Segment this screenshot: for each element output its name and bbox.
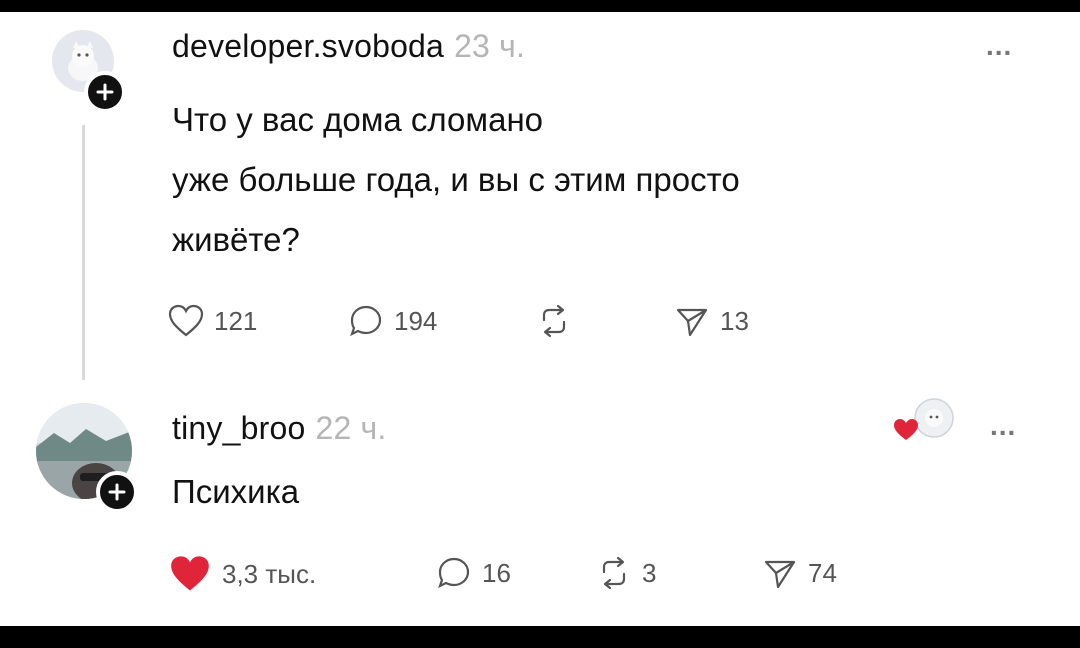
- thread-line: [82, 125, 85, 380]
- post-text-line: Что у вас дома сломано: [172, 101, 544, 138]
- bottom-border: [0, 626, 1080, 648]
- post-share-button[interactable]: 13: [674, 304, 749, 338]
- comment-icon: [438, 557, 470, 589]
- follow-plus-button[interactable]: [96, 471, 138, 513]
- send-icon: [764, 560, 796, 589]
- post-repost-button[interactable]: [536, 304, 582, 338]
- reply-comment-button[interactable]: 16: [436, 556, 511, 590]
- post-text-line: уже больше года, и вы с этим просто: [172, 161, 740, 198]
- post-comment-button[interactable]: 194: [348, 304, 437, 338]
- author-liked-icon: [894, 398, 954, 440]
- post-more-button[interactable]: ...: [986, 30, 1012, 62]
- post-time: 23 ч.: [454, 28, 526, 64]
- post-username[interactable]: developer.svoboda: [172, 28, 444, 64]
- reply-like-button[interactable]: 3,3 тыс.: [168, 554, 316, 594]
- top-border: [0, 0, 1080, 12]
- heart-filled-icon: [171, 556, 209, 591]
- comment-icon: [350, 305, 382, 337]
- reply-repost-button[interactable]: 3: [596, 556, 656, 590]
- repost-icon: [602, 556, 626, 590]
- reply-text: Психика: [172, 473, 300, 510]
- follow-plus-button[interactable]: [84, 71, 126, 113]
- reply-author[interactable]: tiny_broo 22 ч.: [172, 410, 387, 447]
- post-comment-count: 194: [394, 305, 438, 336]
- author-liked-badge: [892, 398, 962, 444]
- reply-comment-count: 16: [482, 557, 511, 588]
- post-like-count: 121: [214, 305, 258, 336]
- post-text-line: живёте?: [172, 221, 300, 258]
- post-text: Что у вас дома сломано уже больше года, …: [172, 90, 740, 270]
- post-like-button[interactable]: 121: [168, 304, 257, 338]
- reply-like-count: 3,3 тыс.: [222, 558, 317, 589]
- reply-time: 22 ч.: [315, 410, 387, 446]
- reply-share-button[interactable]: 74: [762, 556, 837, 590]
- reply-share-count: 74: [808, 557, 837, 588]
- reply-username[interactable]: tiny_broo: [172, 410, 305, 446]
- post-author[interactable]: developer.svoboda 23 ч.: [172, 28, 525, 65]
- reply-repost-count: 3: [642, 557, 657, 588]
- post-share-count: 13: [720, 305, 749, 336]
- plus-icon: [108, 483, 126, 501]
- repost-icon: [542, 304, 566, 338]
- reply-more-button[interactable]: ...: [990, 410, 1016, 442]
- plus-icon: [96, 83, 114, 101]
- heart-icon: [168, 304, 204, 337]
- send-icon: [676, 308, 708, 337]
